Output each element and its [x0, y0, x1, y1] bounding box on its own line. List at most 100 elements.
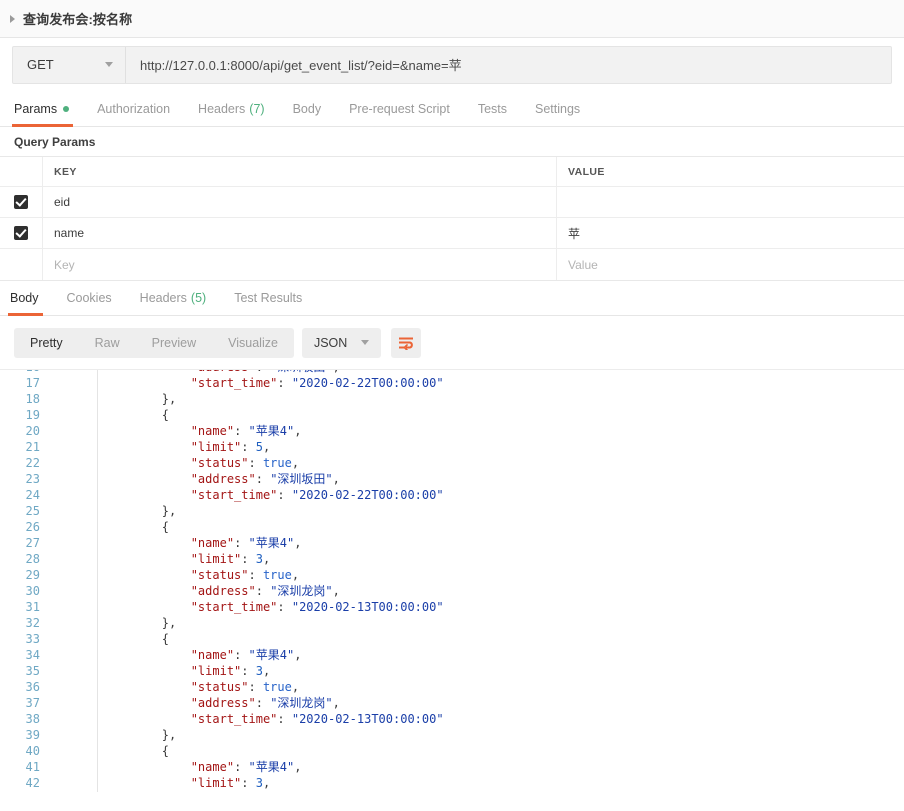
view-mode-raw[interactable]: Raw [79, 328, 136, 358]
code-line-text: "address": "深圳龙岗", [97, 694, 904, 712]
code-line: 27 "name": "苹果4", [0, 534, 904, 552]
code-line: 23 "address": "深圳坂田", [0, 470, 904, 488]
tab-label: Tests [477, 101, 507, 116]
code-line-text: "name": "苹果4", [97, 422, 904, 440]
code-line-text: }, [97, 502, 904, 520]
header-checkbox-cell [0, 157, 43, 186]
line-number: 22 [25, 456, 40, 470]
line-number: 36 [25, 680, 40, 694]
line-number: 37 [25, 696, 40, 710]
code-line-text: }, [97, 390, 904, 408]
line-number: 24 [25, 488, 40, 502]
view-mode-pretty[interactable]: Pretty [14, 328, 79, 358]
row-checkbox-cell [0, 218, 43, 248]
line-number: 38 [25, 712, 40, 726]
code-line: 26 { [0, 518, 904, 536]
request-title: 查询发布会:按名称 [23, 12, 133, 27]
code-line-text: "name": "苹果4", [97, 758, 904, 776]
code-line-text: "status": true, [97, 454, 904, 472]
code-line: 25 }, [0, 502, 904, 520]
line-number: 27 [25, 536, 40, 550]
tab-pre-request-script[interactable]: Pre-request Script [335, 91, 464, 126]
code-line: 18 }, [0, 390, 904, 408]
param-value-input[interactable]: 苹 [557, 218, 904, 248]
param-key-text: eid [54, 195, 71, 209]
code-line-text: "status": true, [97, 566, 904, 584]
tab-authorization[interactable]: Authorization [83, 91, 184, 126]
response-tab-test-results[interactable]: Test Results [220, 281, 316, 315]
column-header-value: VALUE [568, 165, 605, 178]
table-row: name 苹 [0, 218, 904, 249]
view-mode-preview[interactable]: Preview [136, 328, 212, 358]
response-body-viewer[interactable]: 16 "address": "深圳坂田",17 "start_time": "2… [0, 369, 904, 811]
code-line: 21 "limit": 5, [0, 438, 904, 456]
code-line: 35 "limit": 3, [0, 662, 904, 680]
code-line: 37 "address": "深圳龙岗", [0, 694, 904, 712]
response-tabs: Body Cookies Headers (5) Test Results [0, 281, 904, 316]
tab-label: Params [14, 101, 58, 116]
param-enabled-checkbox[interactable] [14, 226, 28, 240]
tab-label: Headers [139, 291, 187, 305]
code-line: 22 "status": true, [0, 454, 904, 472]
tab-label: Pre-request Script [349, 101, 450, 116]
response-tab-body[interactable]: Body [8, 281, 53, 316]
code-line: 32 }, [0, 614, 904, 632]
line-number: 23 [25, 472, 40, 486]
code-line-text: "address": "深圳龙岗", [97, 582, 904, 600]
param-key-input[interactable]: Key [43, 249, 557, 280]
url-input[interactable]: http://127.0.0.1:8000/api/get_event_list… [126, 47, 891, 83]
tab-params[interactable]: Params [12, 91, 83, 127]
tab-tests[interactable]: Tests [464, 91, 521, 126]
param-value-input[interactable] [557, 187, 904, 217]
line-number: 19 [25, 408, 40, 422]
param-value-text: Value [568, 257, 598, 272]
code-line-text: "limit": 3, [97, 774, 904, 792]
view-mode-visualize[interactable]: Visualize [212, 328, 294, 358]
code-line: 34 "name": "苹果4", [0, 646, 904, 664]
code-line-text: }, [97, 726, 904, 744]
line-number: 29 [25, 568, 40, 582]
wrap-text-button[interactable] [391, 327, 422, 358]
http-method-select[interactable]: GET [13, 46, 126, 83]
param-key-input[interactable]: name [43, 218, 557, 248]
code-line-text: "status": true, [97, 678, 904, 696]
url-bar-container: GET http://127.0.0.1:8000/api/get_event_… [0, 38, 904, 91]
chevron-down-icon [361, 340, 370, 345]
param-enabled-checkbox[interactable] [14, 195, 28, 209]
request-tabs: Params Authorization Headers (7) Body Pre-req… [0, 91, 904, 127]
tab-body[interactable]: Body [279, 91, 336, 126]
row-checkbox-cell [0, 249, 43, 280]
tab-settings[interactable]: Settings [521, 91, 594, 126]
code-line-text: { [97, 518, 904, 536]
param-value-text: 苹 [568, 226, 581, 241]
table-header-row: KEY VALUE [0, 157, 904, 187]
table-row: eid [0, 187, 904, 218]
chevron-down-icon [105, 62, 113, 67]
tab-headers[interactable]: Headers (7) [184, 91, 279, 126]
response-tab-headers[interactable]: Headers (5) [126, 281, 221, 315]
tab-label: Body [292, 101, 322, 116]
line-number: 26 [25, 520, 40, 534]
code-line: 30 "address": "深圳龙岗", [0, 582, 904, 600]
code-line-text: "limit": 5, [97, 438, 904, 456]
line-number: 35 [25, 664, 40, 678]
postman-request-view: 查询发布会:按名称 GET http://127.0.0.1:8000/api/… [0, 0, 904, 811]
response-format-select[interactable]: JSON [301, 327, 382, 358]
response-view-mode-group: Pretty Raw Preview Visualize [14, 327, 294, 358]
caret-right-icon[interactable] [10, 14, 15, 23]
line-number: 32 [25, 616, 40, 630]
response-format-label: JSON [313, 335, 348, 350]
param-key-text: Key [54, 257, 75, 272]
code-line: 42 "limit": 3, [0, 774, 904, 792]
line-number: 25 [25, 504, 40, 518]
row-checkbox-cell [0, 187, 43, 217]
param-value-input[interactable]: Value [557, 249, 904, 280]
response-tab-cookies[interactable]: Cookies [53, 281, 126, 315]
http-method-label: GET [27, 57, 54, 72]
code-line-text: { [97, 742, 904, 760]
tab-label: Cookies [66, 291, 112, 305]
code-line-text: "name": "苹果4", [97, 646, 904, 664]
param-key-input[interactable]: eid [43, 187, 557, 217]
url-bar: GET http://127.0.0.1:8000/api/get_event_… [12, 45, 892, 84]
code-line: 39 }, [0, 726, 904, 744]
